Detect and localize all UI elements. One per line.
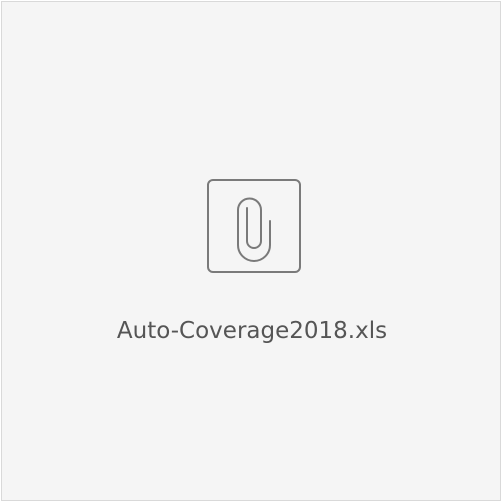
attachment-card[interactable]: Auto-Coverage2018.xls (1, 1, 501, 501)
paperclip-icon (237, 197, 271, 262)
attachment-icon-frame (207, 179, 301, 273)
attachment-file-name[interactable]: Auto-Coverage2018.xls (2, 315, 502, 347)
